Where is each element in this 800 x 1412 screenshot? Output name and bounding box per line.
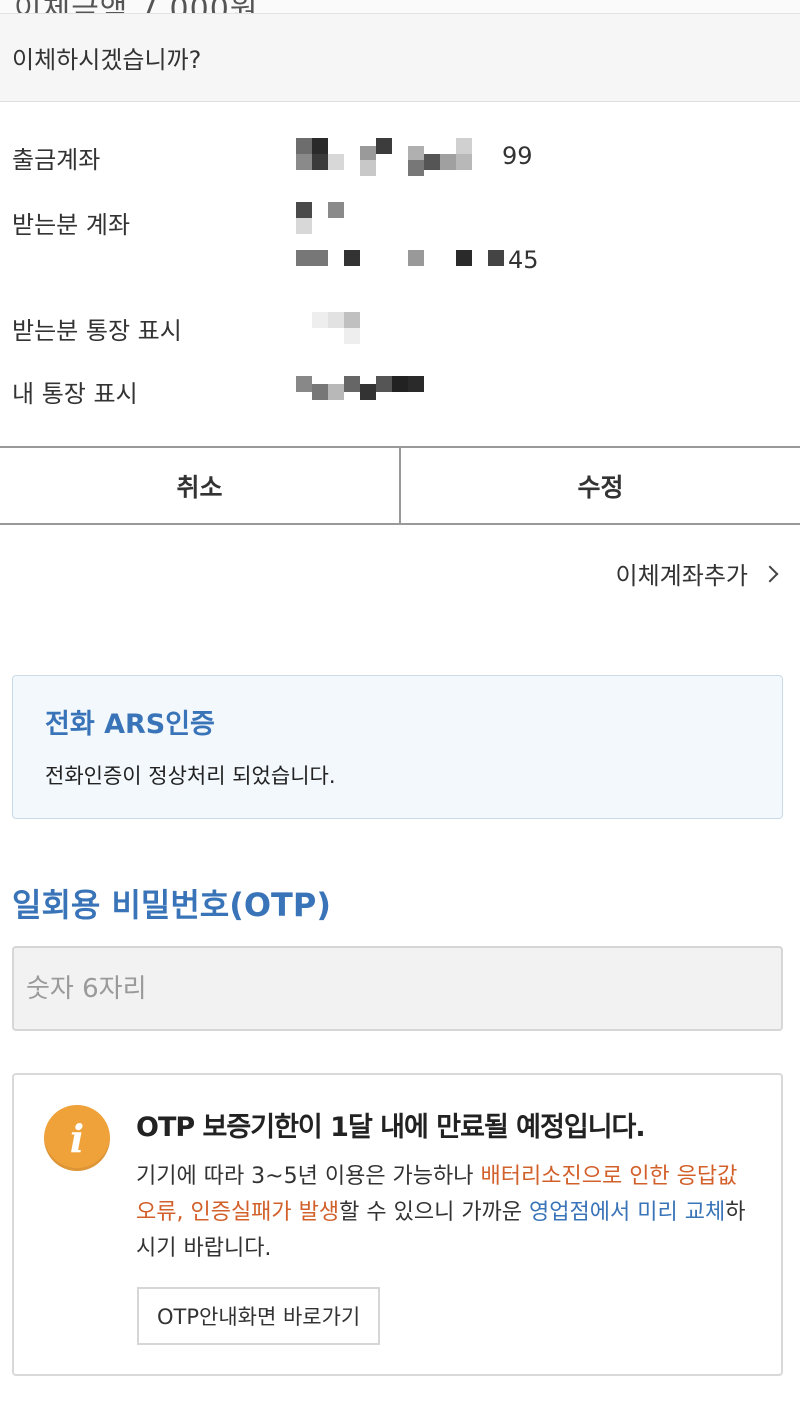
notice-body-part-2: 할 수 있으니 가까운 (339, 1200, 530, 1225)
notice-body-branch-link: 영업점에서 미리 교체 (529, 1200, 726, 1225)
ars-auth-title: 전화 ARS인증 (45, 709, 215, 740)
cancel-button[interactable]: 취소 (0, 448, 399, 523)
add-transfer-account-link[interactable]: 이체계좌추가 (615, 556, 779, 591)
ars-auth-message: 전화인증이 정상처리 되었습니다. (45, 764, 336, 788)
recipient-memo-label: 받는분 통장 표시 (12, 317, 182, 345)
withdraw-account-tail: 99 (502, 142, 533, 170)
notice-body: 기기에 따라 3~5년 이용은 가능하나 배터리소진으로 인한 응답값 오류, … (136, 1159, 756, 1267)
cut-off-amount-row: 이체금액 7,000원 (0, 0, 800, 14)
withdraw-account-masked (296, 138, 496, 176)
action-button-row: 취소 수정 (0, 446, 800, 525)
notice-title: OTP 보증기한이 1달 내에 만료될 예정입니다. (136, 1112, 646, 1143)
otp-guide-button[interactable]: OTP안내화면 바로가기 (137, 1287, 381, 1345)
ars-auth-panel: 전화 ARS인증 전화인증이 정상처리 되었습니다. (12, 675, 783, 819)
recipient-bank-masked (296, 202, 356, 234)
edit-button[interactable]: 수정 (399, 448, 800, 523)
otp-input[interactable] (12, 946, 783, 1031)
withdraw-account-label: 출금계좌 (12, 146, 101, 174)
chevron-right-icon (761, 565, 779, 582)
my-memo-masked (296, 376, 436, 408)
info-icon: i (44, 1105, 110, 1171)
confirm-question: 이체하시겠습니까? (12, 46, 202, 74)
add-transfer-account-label: 이체계좌추가 (615, 562, 748, 590)
otp-title: 일회용 비밀번호(OTP) (12, 886, 331, 924)
otp-expiry-notice: i OTP 보증기한이 1달 내에 만료될 예정입니다. 기기에 따라 3~5년… (12, 1073, 783, 1376)
recipient-account-label: 받는분 계좌 (12, 211, 131, 239)
recipient-account-masked (296, 250, 506, 266)
confirm-header: 이체금액 7,000원 이체하시겠습니까? (0, 0, 800, 102)
my-memo-label: 내 통장 표시 (12, 380, 138, 408)
recipient-memo-masked (312, 312, 372, 344)
notice-body-part-1: 기기에 따라 3~5년 이용은 가능하나 (136, 1164, 481, 1189)
cut-off-amount-text: 이체금액 7,000원 (14, 0, 258, 13)
recipient-account-tail: 45 (508, 246, 539, 274)
